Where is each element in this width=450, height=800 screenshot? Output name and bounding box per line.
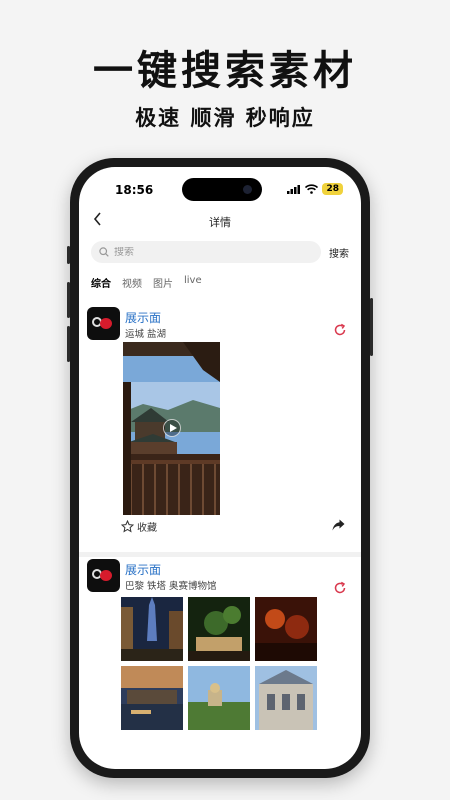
search-field-container[interactable] [91,241,321,263]
phone-screen: 18:56 28 详情 搜索 搜索 综合 视频 图片 live 展示面 运城 盐… [79,167,361,769]
share-icon[interactable] [332,519,345,531]
side-button-volume-up [67,282,70,318]
side-button-volume-down [67,326,70,362]
signal-icon [287,184,301,194]
dynamic-island [182,178,262,201]
filter-tabs: 综合 视频 图片 live [91,275,202,290]
play-icon[interactable] [163,419,181,437]
status-icons: 28 [287,183,343,195]
image-thumbnail[interactable] [255,597,317,661]
post-author-name[interactable]: 展示面 [125,309,161,326]
post-author-name[interactable]: 展示面 [125,561,161,578]
avatar[interactable] [87,307,120,340]
post-card: 展示面 运城 盐湖 收藏 [87,307,353,547]
tab-live[interactable]: live [184,275,202,290]
page-title: 详情 [209,216,231,229]
side-button-power [370,298,373,356]
phone-frame: 18:56 28 详情 搜索 搜索 综合 视频 图片 live 展示面 运城 盐… [67,158,373,778]
search-input[interactable] [114,246,274,258]
image-thumbnail[interactable] [188,597,250,661]
image-thumbnail[interactable] [121,597,183,661]
star-icon [121,520,134,533]
favorite-label: 收藏 [137,523,157,534]
video-thumbnail[interactable] [123,342,220,515]
post-card: 展示面 巴黎 铁塔 奥赛博物馆 [87,559,353,769]
wifi-icon [305,184,319,194]
post-location: 巴黎 铁塔 奥赛博物馆 [125,581,217,592]
image-grid [121,597,317,730]
refresh-icon[interactable] [333,323,347,337]
navbar: 详情 [79,211,361,231]
image-thumbnail[interactable] [121,666,183,730]
refresh-icon[interactable] [333,581,347,595]
post-actions: 收藏 [121,519,349,535]
post-location: 运城 盐湖 [125,329,167,340]
divider [79,552,361,557]
tab-video[interactable]: 视频 [122,275,142,290]
promo-title: 一键搜索素材 [93,48,357,94]
tab-images[interactable]: 图片 [153,275,173,290]
search-button[interactable]: 搜索 [329,245,349,260]
favorite-button[interactable]: 收藏 [121,519,349,534]
search-icon [99,247,109,257]
search-bar: 搜索 [91,241,349,263]
image-thumbnail[interactable] [255,666,317,730]
promo-subtitle: 极速 顺滑 秒响应 [135,106,315,130]
avatar[interactable] [87,559,120,592]
tab-all[interactable]: 综合 [91,275,111,290]
side-button-silent [67,246,70,264]
status-time: 18:56 [115,183,154,197]
image-thumbnail[interactable] [188,666,250,730]
battery-icon: 28 [322,183,343,195]
